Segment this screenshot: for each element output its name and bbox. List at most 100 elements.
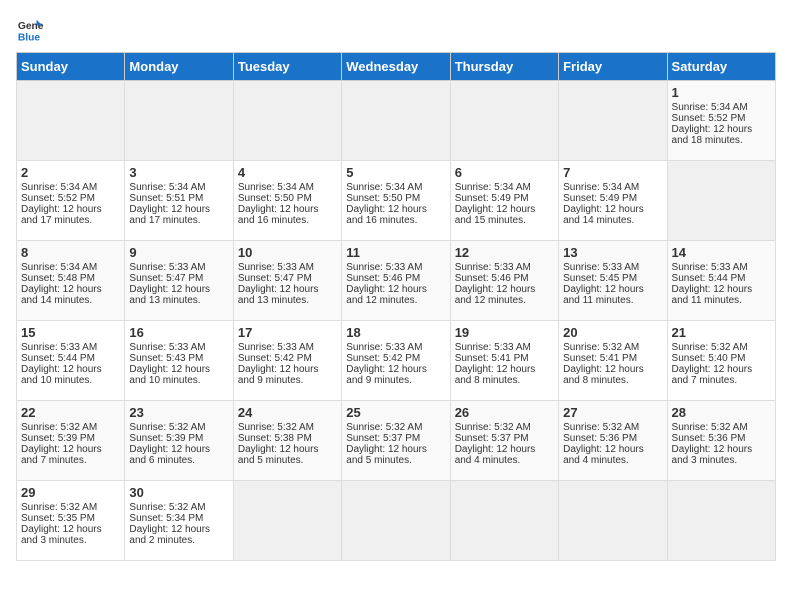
calendar-cell [667, 161, 775, 241]
day-info: Daylight: 12 hours [563, 364, 662, 375]
day-info: Daylight: 12 hours [21, 284, 120, 295]
week-row-5: 22Sunrise: 5:32 AMSunset: 5:39 PMDayligh… [17, 401, 776, 481]
day-info: Sunset: 5:36 PM [563, 433, 662, 444]
day-info: Sunrise: 5:33 AM [455, 342, 554, 353]
day-info: Daylight: 12 hours [455, 284, 554, 295]
day-info: Daylight: 12 hours [21, 444, 120, 455]
header-row: SundayMondayTuesdayWednesdayThursdayFrid… [17, 53, 776, 81]
calendar-cell: 20Sunrise: 5:32 AMSunset: 5:41 PMDayligh… [559, 321, 667, 401]
calendar-cell: 21Sunrise: 5:32 AMSunset: 5:40 PMDayligh… [667, 321, 775, 401]
calendar-cell [233, 81, 341, 161]
day-info: Sunrise: 5:32 AM [238, 422, 337, 433]
day-info: Daylight: 12 hours [129, 284, 228, 295]
day-number: 29 [21, 485, 120, 500]
calendar-cell: 12Sunrise: 5:33 AMSunset: 5:46 PMDayligh… [450, 241, 558, 321]
logo-icon: General Blue [16, 16, 44, 44]
day-info: Daylight: 12 hours [346, 204, 445, 215]
col-header-wednesday: Wednesday [342, 53, 450, 81]
day-number: 16 [129, 325, 228, 340]
day-info: and 11 minutes. [672, 295, 771, 306]
day-number: 23 [129, 405, 228, 420]
day-info: and 9 minutes. [346, 375, 445, 386]
calendar-cell [450, 81, 558, 161]
day-number: 13 [563, 245, 662, 260]
day-number: 10 [238, 245, 337, 260]
week-row-1: 1Sunrise: 5:34 AMSunset: 5:52 PMDaylight… [17, 81, 776, 161]
calendar-cell: 30Sunrise: 5:32 AMSunset: 5:34 PMDayligh… [125, 481, 233, 561]
day-info: Sunset: 5:51 PM [129, 193, 228, 204]
calendar-cell: 27Sunrise: 5:32 AMSunset: 5:36 PMDayligh… [559, 401, 667, 481]
calendar-cell: 5Sunrise: 5:34 AMSunset: 5:50 PMDaylight… [342, 161, 450, 241]
calendar-cell: 14Sunrise: 5:33 AMSunset: 5:44 PMDayligh… [667, 241, 775, 321]
calendar-header: SundayMondayTuesdayWednesdayThursdayFrid… [17, 53, 776, 81]
col-header-saturday: Saturday [667, 53, 775, 81]
day-info: Daylight: 12 hours [672, 124, 771, 135]
calendar-cell: 9Sunrise: 5:33 AMSunset: 5:47 PMDaylight… [125, 241, 233, 321]
day-info: Daylight: 12 hours [129, 444, 228, 455]
day-info: Daylight: 12 hours [238, 284, 337, 295]
day-info: Sunset: 5:52 PM [21, 193, 120, 204]
day-info: Sunset: 5:50 PM [238, 193, 337, 204]
day-info: Sunrise: 5:33 AM [346, 262, 445, 273]
week-row-6: 29Sunrise: 5:32 AMSunset: 5:35 PMDayligh… [17, 481, 776, 561]
day-info: and 10 minutes. [129, 375, 228, 386]
day-info: Sunrise: 5:33 AM [346, 342, 445, 353]
day-info: Daylight: 12 hours [238, 444, 337, 455]
day-info: Sunrise: 5:32 AM [129, 422, 228, 433]
calendar-cell: 19Sunrise: 5:33 AMSunset: 5:41 PMDayligh… [450, 321, 558, 401]
calendar-cell: 1Sunrise: 5:34 AMSunset: 5:52 PMDaylight… [667, 81, 775, 161]
day-info: Sunset: 5:49 PM [455, 193, 554, 204]
day-info: Sunrise: 5:32 AM [672, 342, 771, 353]
day-info: Sunset: 5:38 PM [238, 433, 337, 444]
day-info: Sunset: 5:39 PM [129, 433, 228, 444]
calendar-cell [559, 81, 667, 161]
day-info: and 13 minutes. [129, 295, 228, 306]
calendar-cell: 6Sunrise: 5:34 AMSunset: 5:49 PMDaylight… [450, 161, 558, 241]
day-number: 2 [21, 165, 120, 180]
day-info: Sunset: 5:47 PM [238, 273, 337, 284]
calendar-cell [342, 81, 450, 161]
day-number: 3 [129, 165, 228, 180]
day-info: and 12 minutes. [346, 295, 445, 306]
day-info: Sunrise: 5:32 AM [563, 342, 662, 353]
week-row-4: 15Sunrise: 5:33 AMSunset: 5:44 PMDayligh… [17, 321, 776, 401]
day-info: Daylight: 12 hours [346, 444, 445, 455]
day-info: Sunrise: 5:34 AM [455, 182, 554, 193]
day-info: Sunrise: 5:34 AM [672, 102, 771, 113]
day-number: 22 [21, 405, 120, 420]
day-info: Sunset: 5:45 PM [563, 273, 662, 284]
day-info: Daylight: 12 hours [21, 204, 120, 215]
day-number: 21 [672, 325, 771, 340]
page-header: General Blue [16, 16, 776, 44]
day-number: 24 [238, 405, 337, 420]
day-info: and 7 minutes. [21, 455, 120, 466]
day-info: Daylight: 12 hours [21, 364, 120, 375]
day-info: Sunset: 5:41 PM [455, 353, 554, 364]
calendar-cell: 2Sunrise: 5:34 AMSunset: 5:52 PMDaylight… [17, 161, 125, 241]
calendar-cell [667, 481, 775, 561]
calendar-cell: 4Sunrise: 5:34 AMSunset: 5:50 PMDaylight… [233, 161, 341, 241]
day-number: 15 [21, 325, 120, 340]
day-info: and 12 minutes. [455, 295, 554, 306]
logo: General Blue [16, 16, 44, 44]
day-number: 30 [129, 485, 228, 500]
calendar-cell: 23 Sunrise: 5:32 AMSunset: 5:39 PMDayligh… [125, 401, 233, 481]
day-info: and 5 minutes. [238, 455, 337, 466]
day-info: and 6 minutes. [129, 455, 228, 466]
day-info: Daylight: 12 hours [238, 204, 337, 215]
day-info: Daylight: 12 hours [346, 364, 445, 375]
day-number: 9 [129, 245, 228, 260]
day-info: Sunset: 5:48 PM [21, 273, 120, 284]
day-number: 12 [455, 245, 554, 260]
day-info: Daylight: 12 hours [455, 444, 554, 455]
col-header-friday: Friday [559, 53, 667, 81]
day-info: Sunrise: 5:33 AM [455, 262, 554, 273]
day-info: Sunrise: 5:34 AM [563, 182, 662, 193]
day-info: Sunset: 5:42 PM [238, 353, 337, 364]
svg-text:Blue: Blue [18, 32, 41, 43]
day-info: Daylight: 12 hours [563, 284, 662, 295]
calendar-cell [125, 81, 233, 161]
day-info: Sunrise: 5:34 AM [346, 182, 445, 193]
col-header-thursday: Thursday [450, 53, 558, 81]
day-info: and 3 minutes. [672, 455, 771, 466]
